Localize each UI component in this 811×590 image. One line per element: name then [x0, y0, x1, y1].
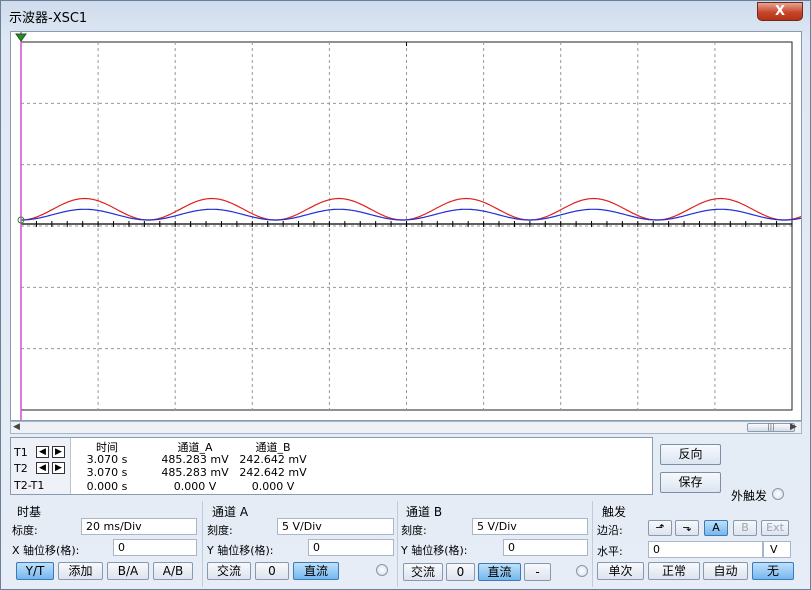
trigger-source-ext-button[interactable]: Ext	[761, 520, 789, 536]
channel-b-group-divider	[397, 501, 398, 587]
trigger-group-divider	[592, 501, 593, 587]
horizontal-scrollbar[interactable]: ◀ ||| ▶	[10, 421, 802, 434]
channel-b-minus-button[interactable]: -	[524, 563, 551, 581]
ba-mode-button[interactable]: B/A	[107, 562, 149, 580]
channel-b-title: 通道 B	[406, 505, 443, 519]
scroll-right-arrow-icon[interactable]: ▶	[790, 421, 797, 434]
add-mode-button[interactable]: 添加	[58, 562, 103, 580]
rising-edge-icon[interactable]: ⬏	[648, 520, 672, 536]
t2-left-arrow-icon[interactable]: ◀	[36, 462, 49, 474]
trigger-title: 触发	[602, 505, 627, 519]
t1-label: T1	[14, 446, 28, 459]
trigger-single-button[interactable]: 单次	[597, 562, 644, 580]
timebase-scale-field[interactable]: 20 ms/Div	[81, 518, 197, 535]
cursor-readout-table: T1 ◀ ▶ T2 ◀ ▶ T2-T1 时间 通道_A 通道_B 3.070 s…	[10, 437, 653, 495]
trigger-source-b-button[interactable]: B	[733, 520, 757, 536]
channel-b-ac-button[interactable]: 交流	[403, 563, 443, 581]
channel-b-y-position-label: Y 轴位移(格):	[401, 544, 468, 557]
channel-b-scale-label: 刻度:	[401, 524, 427, 537]
trigger-level-field[interactable]: 0	[648, 541, 763, 558]
readout-row-labels: T1 ◀ ▶ T2 ◀ ▶ T2-T1	[11, 438, 71, 494]
scroll-thumb[interactable]: |||	[747, 423, 795, 432]
channel-a-title: 通道 A	[212, 505, 249, 519]
cursor-t1-marker-icon	[15, 33, 27, 42]
t1-channel-b: 242.642 mV	[239, 453, 307, 466]
timebase-title: 时基	[17, 505, 42, 519]
trigger-edge-label: 边沿:	[597, 524, 623, 537]
falling-edge-icon[interactable]: ⬎	[675, 520, 699, 536]
oscilloscope-screen	[10, 31, 802, 421]
yt-mode-button[interactable]: Y/T	[16, 562, 54, 580]
channel-b-zero-button[interactable]: 0	[446, 563, 475, 581]
t2-t1-channel-a: 0.000 V	[173, 480, 217, 493]
trigger-level-label: 水平:	[597, 545, 623, 558]
channel-b-dc-button[interactable]: 直流	[478, 563, 521, 581]
t2-t1-time: 0.000 s	[86, 480, 128, 493]
channel-a-ac-button[interactable]: 交流	[207, 562, 251, 580]
t2-right-arrow-icon[interactable]: ▶	[52, 462, 65, 474]
channel-b-scale-field[interactable]: 5 V/Div	[472, 518, 588, 535]
title-bar[interactable]: 示波器-XSC1 X	[1, 1, 810, 29]
t1-right-arrow-icon[interactable]: ▶	[52, 446, 65, 458]
t1-time: 3.070 s	[86, 453, 128, 466]
oscilloscope-window: 示波器-XSC1 X ◀ ||| ▶ T1 ◀ ▶ T2 ◀ ▶ T2-T1 时…	[0, 0, 811, 590]
window-title: 示波器-XSC1	[9, 11, 88, 26]
timebase-scale-label: 标度:	[12, 524, 38, 537]
trigger-auto-button[interactable]: 自动	[703, 562, 748, 580]
channel-a-scale-field[interactable]: 5 V/Div	[277, 518, 394, 535]
trigger-none-button[interactable]: 无	[752, 562, 794, 580]
t1-left-arrow-icon[interactable]: ◀	[36, 446, 49, 458]
t2-channel-b: 242.642 mV	[239, 466, 307, 479]
reverse-button[interactable]: 反向	[660, 444, 721, 465]
t2-channel-a: 485.283 mV	[161, 466, 229, 479]
close-button[interactable]: X	[757, 2, 803, 21]
t2-time: 3.070 s	[86, 466, 128, 479]
save-button[interactable]: 保存	[660, 472, 721, 493]
external-trigger-label: 外触发	[731, 489, 768, 503]
channel-a-zero-button[interactable]: 0	[255, 562, 289, 580]
t2-label: T2	[14, 462, 28, 475]
t2-t1-label: T2-T1	[14, 479, 45, 492]
channel-a-group-divider	[202, 501, 203, 587]
ab-mode-button[interactable]: A/B	[153, 562, 193, 580]
channel-a-scale-label: 刻度:	[207, 524, 233, 537]
trigger-normal-button[interactable]: 正常	[648, 562, 700, 580]
trigger-source-a-button[interactable]: A	[704, 520, 728, 536]
t1-channel-a: 485.283 mV	[161, 453, 229, 466]
waveform-display[interactable]	[11, 32, 801, 420]
x-position-field[interactable]: 0	[113, 539, 197, 556]
t2-t1-channel-b: 0.000 V	[251, 480, 295, 493]
scroll-left-arrow-icon[interactable]: ◀	[13, 421, 20, 434]
trigger-level-unit[interactable]: V	[763, 541, 791, 558]
channel-a-y-position-field[interactable]: 0	[308, 539, 394, 556]
channel-a-dc-button[interactable]: 直流	[293, 562, 339, 580]
channel-b-y-position-field[interactable]: 0	[503, 539, 588, 556]
channel-a-terminal[interactable]	[376, 564, 388, 576]
channel-b-terminal[interactable]	[576, 565, 588, 577]
x-position-label: X 轴位移(格):	[12, 544, 80, 557]
external-trigger-terminal[interactable]	[772, 488, 784, 500]
channel-a-y-position-label: Y 轴位移(格):	[207, 544, 274, 557]
